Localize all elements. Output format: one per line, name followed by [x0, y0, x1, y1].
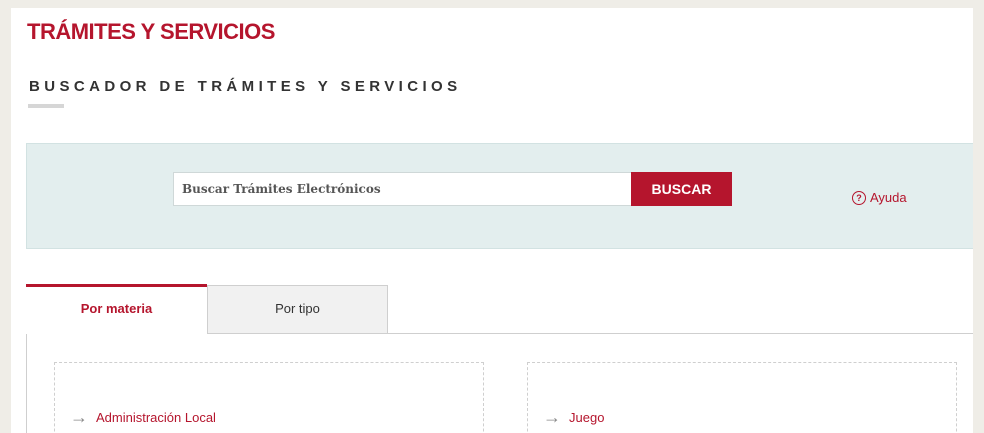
page-title: TRÁMITES Y SERVICIOS — [27, 19, 275, 44]
help-icon: ? — [852, 190, 866, 205]
section-title: BUSCADOR DE TRÁMITES Y SERVICIOS — [29, 78, 462, 95]
tab-por-materia[interactable]: Por materia — [26, 284, 207, 334]
category-link-administracion-local[interactable]: → Administración Local — [70, 407, 216, 427]
arrow-right-icon: → — [543, 407, 561, 427]
section-underline — [28, 104, 64, 108]
tab-por-tipo[interactable]: Por tipo — [207, 285, 388, 334]
search-button[interactable]: BUSCAR — [631, 172, 732, 206]
main-panel: TRÁMITES Y SERVICIOS BUSCADOR DE TRÁMITE… — [11, 8, 973, 433]
tab-content: → Administración Local → Juego — [26, 333, 973, 433]
category-card: → Administración Local — [54, 362, 484, 433]
search-band: BUSCAR ? Ayuda — [26, 143, 973, 249]
category-label: Juego — [569, 410, 605, 425]
help-label: Ayuda — [870, 190, 907, 205]
search-input[interactable] — [173, 172, 632, 206]
help-link[interactable]: ? Ayuda — [852, 190, 907, 205]
category-label: Administración Local — [96, 410, 216, 425]
category-link-juego[interactable]: → Juego — [543, 407, 605, 427]
arrow-right-icon: → — [70, 407, 88, 427]
category-card: → Juego — [527, 362, 957, 433]
